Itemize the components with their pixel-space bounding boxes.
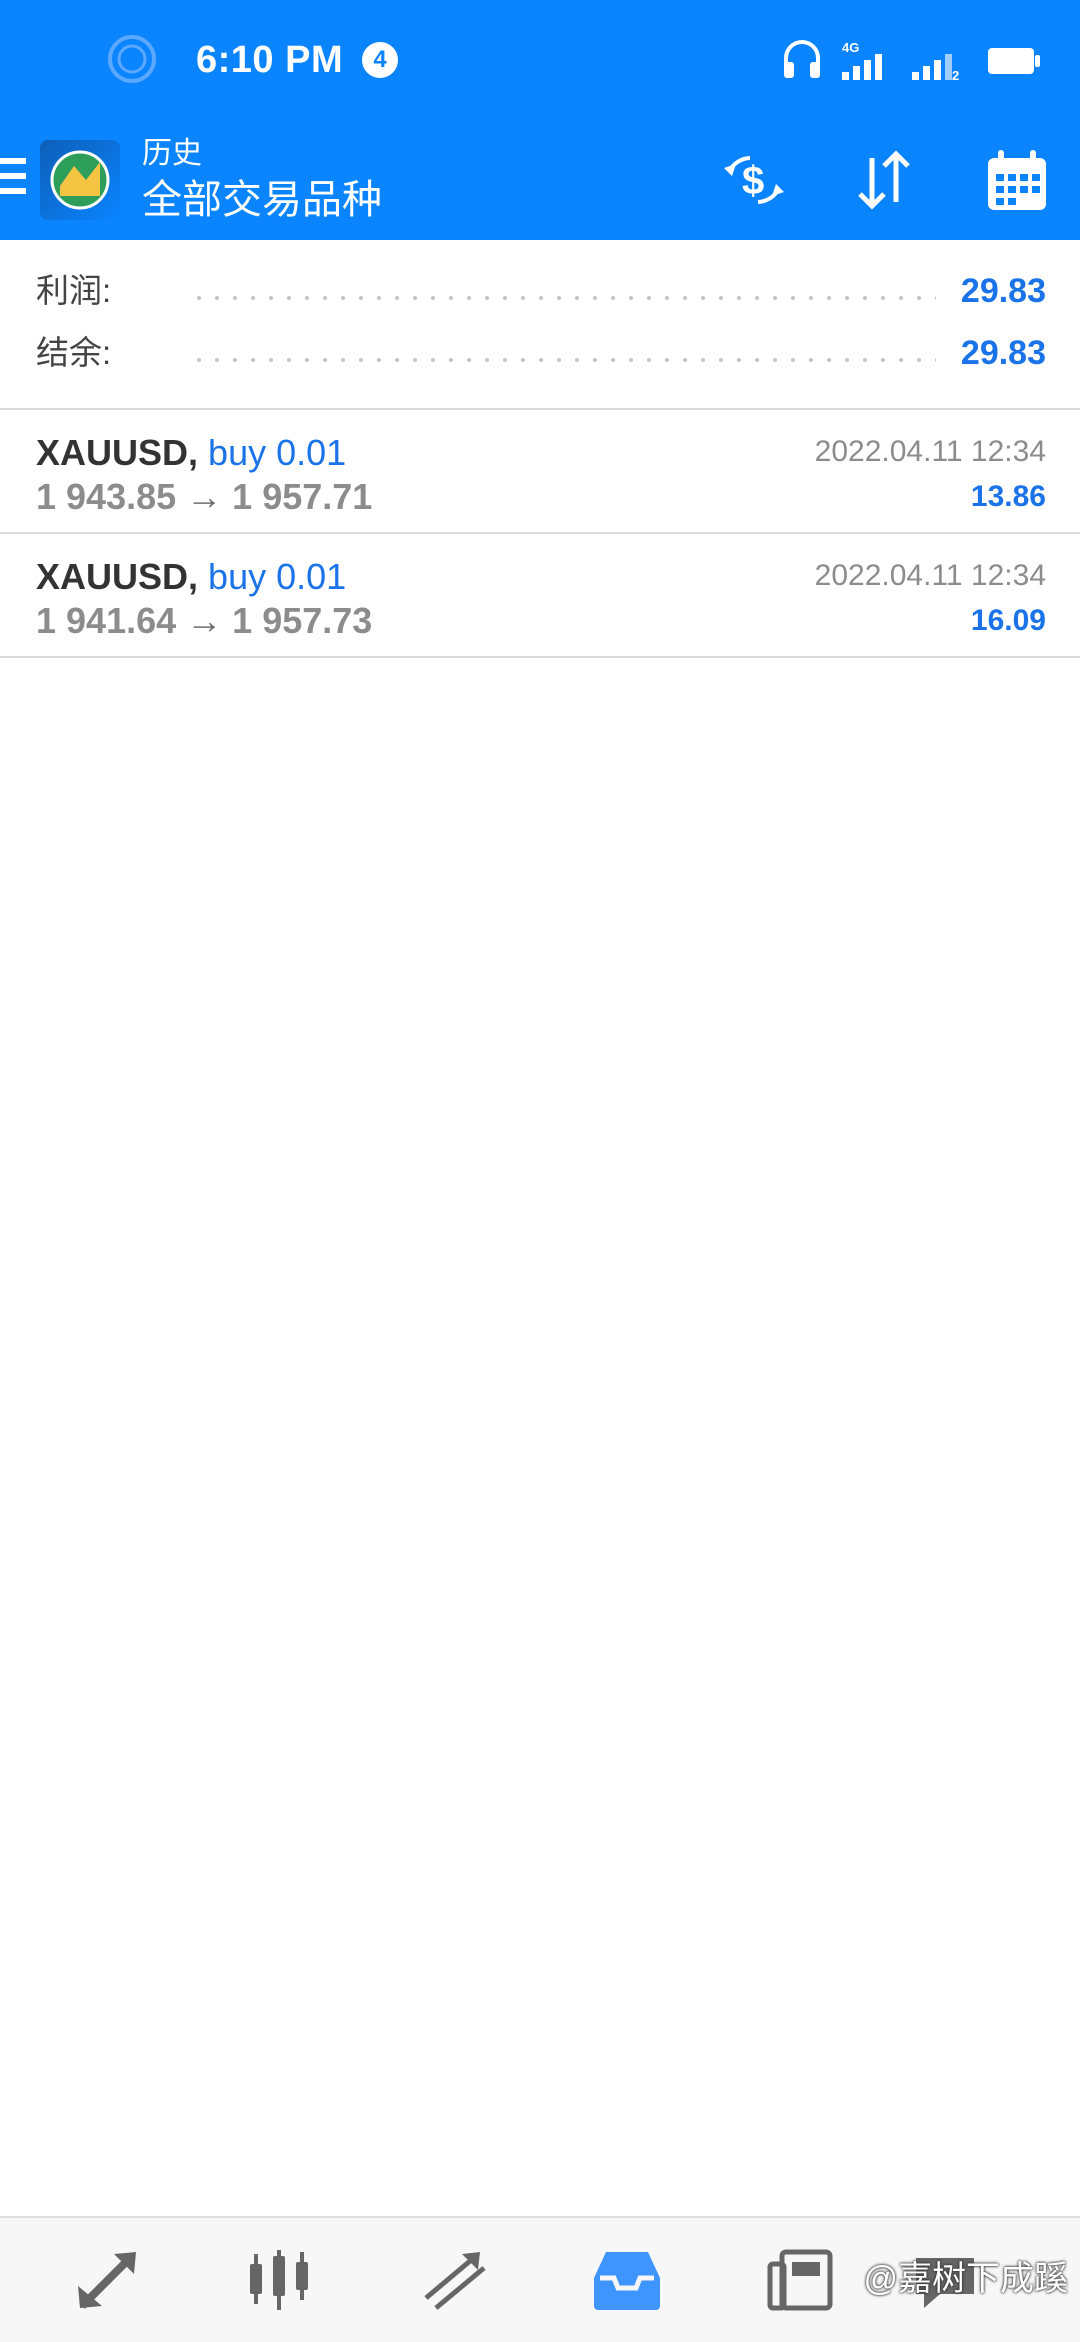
svg-text:$: $ bbox=[742, 159, 764, 203]
ring-icon bbox=[108, 35, 156, 83]
deal-symbol: XAUUSD bbox=[36, 556, 189, 597]
profit-row: 利润: 29.83 bbox=[36, 260, 1046, 322]
dotted-leader bbox=[190, 358, 936, 362]
balance-row: 结余: 29.83 bbox=[36, 322, 1046, 384]
system-icons: 4G 2 bbox=[780, 38, 1040, 84]
arrow-right-icon: → bbox=[186, 600, 223, 641]
profit-value: 29.83 bbox=[960, 272, 1046, 310]
news-icon[interactable] bbox=[766, 2248, 836, 2312]
menu-icon[interactable] bbox=[0, 158, 26, 202]
chart-icon[interactable] bbox=[244, 2248, 314, 2312]
history-summary: 利润: 29.83 结余: 29.83 bbox=[0, 240, 1080, 410]
bottom-navigation: @嘉树下成蹊 bbox=[0, 2216, 1080, 2342]
svg-text:2: 2 bbox=[952, 68, 959, 83]
trade-icon[interactable] bbox=[418, 2248, 488, 2312]
metatrader-logo[interactable] bbox=[40, 140, 120, 220]
svg-text:4G: 4G bbox=[842, 40, 859, 55]
deal-prices: 1 941.64 → 1 957.73 bbox=[36, 598, 372, 644]
app-bar: 历史 全部交易品种 $ bbox=[0, 120, 1080, 240]
page-title: 全部交易品种 bbox=[142, 178, 382, 222]
close-price: 1 957.71 bbox=[232, 476, 373, 517]
status-time: 6:10 PM bbox=[196, 39, 344, 81]
quotes-icon[interactable] bbox=[72, 2248, 142, 2312]
battery-icon bbox=[988, 48, 1040, 74]
headset-icon bbox=[784, 40, 820, 78]
top-header: 6:10 PM 4 4G 2 历史 全部交易品种 $ bbox=[0, 0, 1080, 240]
watermark: @嘉树下成蹊 bbox=[863, 2260, 1068, 2298]
balance-label: 结余: bbox=[36, 334, 112, 371]
signal-4g-icon: 4G bbox=[842, 40, 882, 80]
status-bar: 6:10 PM 4 4G 2 bbox=[0, 0, 1080, 120]
signal-2-icon: 2 bbox=[912, 54, 959, 83]
close-price: 1 957.73 bbox=[232, 600, 373, 641]
notification-badge: 4 bbox=[362, 42, 398, 78]
deal-row[interactable]: XAUUSD, buy 0.01 1 943.85 → 1 957.71 202… bbox=[0, 410, 1080, 534]
deal-time: 2022.04.11 12:34 bbox=[814, 435, 1046, 468]
open-price: 1 943.85 bbox=[36, 476, 177, 517]
dotted-leader bbox=[190, 296, 936, 300]
deal-prices: 1 943.85 → 1 957.71 bbox=[36, 474, 372, 520]
deal-direction: buy 0.01 bbox=[208, 432, 347, 473]
profit-label: 利润: bbox=[36, 272, 112, 309]
open-price: 1 941.64 bbox=[36, 600, 177, 641]
calendar-icon[interactable] bbox=[984, 148, 1052, 212]
arrow-right-icon: → bbox=[186, 476, 223, 517]
currency-exchange-icon[interactable]: $ bbox=[720, 148, 788, 212]
deal-row[interactable]: XAUUSD, buy 0.01 1 941.64 → 1 957.73 202… bbox=[0, 534, 1080, 658]
page-subtitle: 历史 bbox=[142, 137, 202, 170]
deal-symbol: XAUUSD bbox=[36, 432, 189, 473]
deal-header: XAUUSD, buy 0.01 bbox=[36, 432, 347, 473]
deal-profit: 16.09 bbox=[970, 604, 1046, 637]
deal-time: 2022.04.11 12:34 bbox=[814, 559, 1046, 592]
title-block[interactable]: 历史 全部交易品种 bbox=[142, 134, 382, 226]
sort-icon[interactable] bbox=[850, 148, 918, 212]
balance-value: 29.83 bbox=[960, 334, 1046, 372]
deal-profit: 13.86 bbox=[970, 480, 1046, 513]
history-icon[interactable] bbox=[592, 2248, 662, 2312]
deal-direction: buy 0.01 bbox=[208, 556, 347, 597]
deal-header: XAUUSD, buy 0.01 bbox=[36, 556, 347, 597]
